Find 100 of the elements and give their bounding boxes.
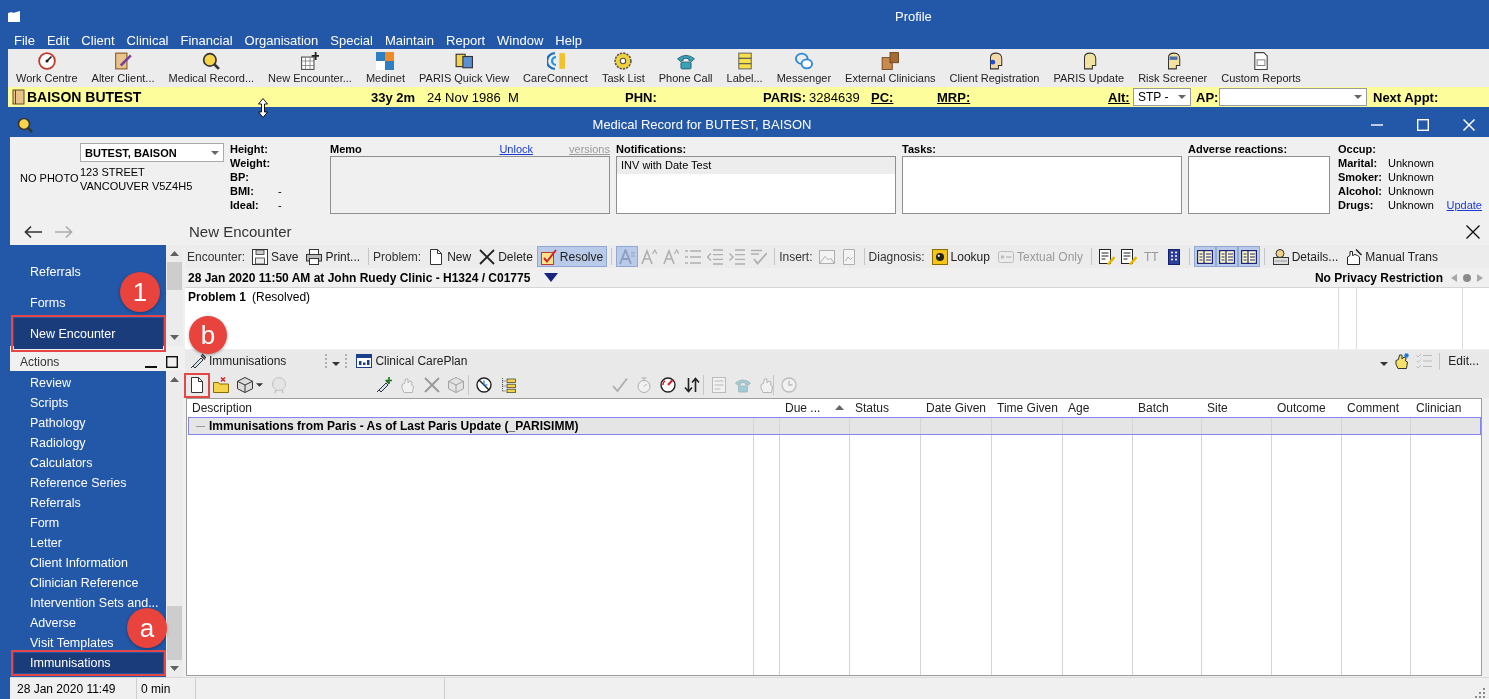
action-item[interactable]: Radiology <box>30 433 86 453</box>
back-arrow-icon[interactable] <box>24 224 42 239</box>
toolbar-button[interactable] <box>1118 246 1140 267</box>
toolbar-button[interactable]: PARIS Update <box>1046 49 1132 87</box>
scroll-up-icon[interactable] <box>170 377 179 382</box>
column-header[interactable]: Comment <box>1342 399 1411 416</box>
toolbar-button[interactable]: Resolve <box>536 246 608 267</box>
toolbar-button[interactable]: Client Registration <box>942 49 1047 87</box>
action-item[interactable]: Letter <box>30 533 62 553</box>
action-item[interactable]: Review <box>30 373 71 393</box>
toolbar-button[interactable]: New Encounter... <box>261 49 359 87</box>
toolbar-button[interactable]: Save <box>248 246 303 267</box>
toolbar-button[interactable] <box>657 374 679 396</box>
toolbar-button[interactable]: CareConnect <box>516 49 595 87</box>
unlock-link[interactable]: Unlock <box>499 143 534 155</box>
toolbar-button[interactable] <box>1237 246 1260 267</box>
toolbar-button[interactable]: Risk Screener <box>1131 49 1215 87</box>
action-item[interactable]: Calculators <box>30 453 93 473</box>
column-header[interactable]: Outcome <box>1272 399 1342 416</box>
alt-link[interactable]: Alt: <box>1108 89 1130 105</box>
menu-item[interactable]: Window <box>491 32 550 49</box>
scroll-down-icon[interactable] <box>170 666 179 671</box>
action-item[interactable]: Form <box>30 513 60 533</box>
action-item[interactable]: Immunisations <box>14 653 163 673</box>
action-item[interactable]: Clinician Reference <box>30 573 139 593</box>
menu-item[interactable]: Report <box>440 32 492 49</box>
toolbar-button[interactable]: Messenger <box>769 49 839 87</box>
edit-button[interactable]: Edit... <box>1444 350 1483 372</box>
toolbar-button[interactable] <box>234 374 266 396</box>
action-item[interactable]: Visit Templates <box>30 633 114 653</box>
toolbar-button[interactable] <box>473 374 495 396</box>
action-item[interactable]: Pathology <box>30 413 86 433</box>
toolbar-button[interactable]: New <box>424 246 476 267</box>
menu-item[interactable]: Client <box>75 32 121 49</box>
column-header[interactable]: Batch <box>1133 399 1202 416</box>
action-item[interactable]: Reference Series <box>30 473 127 493</box>
column-header[interactable]: Description <box>187 399 754 416</box>
memo-field[interactable] <box>330 156 610 214</box>
scroll-down-icon[interactable] <box>170 335 179 340</box>
column-header[interactable]: Status <box>850 399 921 416</box>
toolbar-button[interactable]: Clinical CarePlan <box>352 350 472 372</box>
menu-item[interactable]: Clinical <box>120 32 175 49</box>
toolbar-button[interactable]: Delete <box>475 246 537 267</box>
menu-item[interactable]: Maintain <box>378 32 441 49</box>
menu-item[interactable]: Organisation <box>238 32 325 49</box>
ap-dropdown[interactable] <box>1219 88 1367 106</box>
menu-item[interactable]: File <box>8 32 41 49</box>
toolbar-button[interactable]: Label... <box>719 49 770 87</box>
sidebar-item[interactable]: New Encounter <box>14 318 163 349</box>
toolbar-button[interactable] <box>1193 246 1216 267</box>
scrollbar-thumb[interactable] <box>167 606 182 660</box>
toolbar-button[interactable]: Alter Client... <box>84 49 162 87</box>
action-item[interactable]: Adverse <box>30 613 76 633</box>
menu-item[interactable]: Help <box>549 32 589 49</box>
toolbar-button[interactable]: Lookup <box>927 246 994 267</box>
mrp-link[interactable]: MRP: <box>937 89 971 105</box>
toolbar-button[interactable]: Work Centre <box>9 49 85 87</box>
left-arrow-icon[interactable] <box>1451 273 1457 282</box>
toolbar-button[interactable]: Manual Trans <box>1342 246 1443 267</box>
toolbar-button[interactable] <box>186 374 208 396</box>
maximize-icon[interactable] <box>166 356 178 368</box>
alt-dropdown[interactable]: STP - <box>1133 88 1191 106</box>
action-item[interactable]: Client Information <box>30 553 128 573</box>
close-icon[interactable] <box>1466 224 1480 239</box>
caret-icon[interactable] <box>332 362 341 366</box>
menu-item[interactable]: Financial <box>174 32 239 49</box>
toolbar-button[interactable] <box>1215 246 1238 267</box>
right-arrow-icon[interactable] <box>1477 273 1483 282</box>
client-dropdown[interactable]: BUTEST, BAISON <box>80 143 224 162</box>
toolbar-button[interactable]: Phone Call <box>651 49 720 87</box>
sidebar-item[interactable]: Referrals <box>30 256 81 287</box>
toolbar-button[interactable]: PARIS Quick View <box>412 49 517 87</box>
action-item[interactable]: Referrals <box>30 493 81 513</box>
toolbar-button[interactable]: Details... <box>1268 246 1343 267</box>
toolbar-button[interactable]: Medical Record... <box>161 49 262 87</box>
toolbar-button[interactable] <box>1096 246 1118 267</box>
toolbar-button[interactable]: External Clinicians <box>838 49 943 87</box>
column-header[interactable]: Clinician <box>1411 399 1481 416</box>
scrollbar[interactable] <box>166 371 183 677</box>
column-header[interactable]: Site <box>1202 399 1272 416</box>
scrollbar-thumb[interactable] <box>167 262 182 290</box>
notification-item[interactable]: INV with Date Test <box>617 157 895 174</box>
column-header[interactable]: Time Given <box>992 399 1063 416</box>
column-header[interactable]: Date Given <box>921 399 992 416</box>
toolbar-button[interactable]: Custom Reports <box>1214 49 1308 87</box>
pc-link[interactable]: PC: <box>871 89 894 105</box>
menu-item[interactable]: Special <box>324 32 379 49</box>
toolbar-button[interactable]: Task List <box>594 49 652 87</box>
column-header[interactable]: Due ... <box>780 399 850 416</box>
update-link[interactable]: Update <box>1446 198 1482 212</box>
action-item[interactable]: Scripts <box>30 393 69 413</box>
toolbar-button[interactable]: Medinet <box>358 49 413 87</box>
menu-item[interactable]: Edit <box>40 32 76 49</box>
toolbar-button[interactable]: Print... <box>302 246 365 267</box>
caret-icon[interactable] <box>1380 362 1389 366</box>
table-row[interactable]: Immunisations from Paris - As of Last Paris Update (_PARISIMM) <box>188 417 1481 435</box>
scroll-up-icon[interactable] <box>170 251 179 256</box>
scrollbar[interactable] <box>166 245 183 346</box>
dot-icon[interactable] <box>1463 273 1471 282</box>
sidebar-item[interactable]: Forms <box>30 287 66 318</box>
